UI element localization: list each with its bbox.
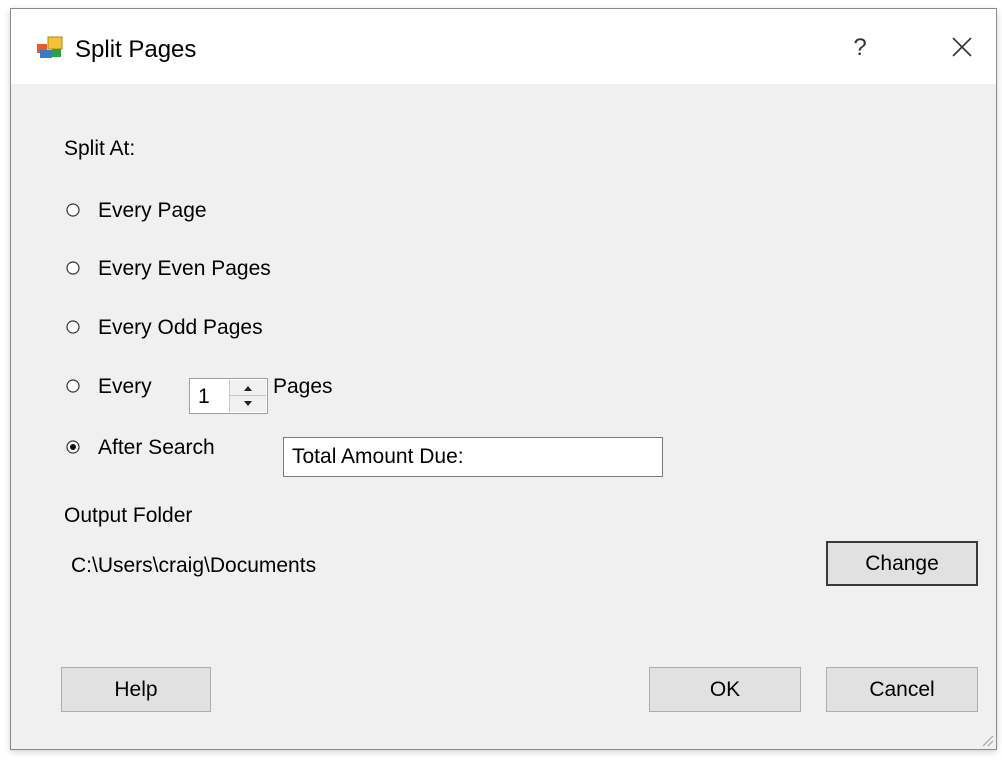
help-button[interactable]: Help: [61, 667, 211, 712]
option-label-every-odd-pages[interactable]: Every Odd Pages: [98, 316, 263, 340]
ok-button[interactable]: OK: [649, 667, 801, 712]
option-label-after-search[interactable]: After Search: [98, 436, 215, 460]
resize-grip-icon[interactable]: [978, 731, 994, 747]
option-label-every[interactable]: Every: [98, 375, 152, 399]
dialog-title: Split Pages: [75, 36, 197, 63]
output-folder-path: C:\Users\craig\Documents: [71, 554, 317, 577]
close-icon[interactable]: [944, 31, 980, 65]
search-text-input[interactable]: [283, 437, 663, 477]
radio-every-page[interactable]: [66, 203, 80, 217]
pages-count-spinner[interactable]: 1: [189, 378, 268, 414]
spinner-buttons: [229, 380, 266, 412]
app-icon: [37, 35, 63, 59]
radio-every-odd-pages[interactable]: [66, 320, 80, 334]
cancel-button[interactable]: Cancel: [826, 667, 978, 712]
help-question-icon[interactable]: ?: [845, 31, 875, 65]
radio-every-n-pages[interactable]: [66, 379, 80, 393]
spinner-up-icon[interactable]: [230, 380, 266, 396]
output-folder-heading: Output Folder: [64, 504, 193, 527]
spinner-down-icon[interactable]: [230, 396, 266, 412]
option-label-every-even-pages[interactable]: Every Even Pages: [98, 257, 271, 281]
option-label-every-page[interactable]: Every Page: [98, 199, 207, 223]
radio-after-search[interactable]: [66, 440, 80, 454]
option-label-pages-suffix: Pages: [273, 375, 333, 398]
pages-count-value[interactable]: 1: [198, 385, 210, 409]
split-at-heading: Split At:: [64, 137, 136, 160]
change-button[interactable]: Change: [826, 541, 978, 586]
split-pages-dialog: Split Pages ? Split At: Every Page Every…: [10, 8, 997, 750]
radio-every-even-pages[interactable]: [66, 261, 80, 275]
title-bar[interactable]: Split Pages ?: [11, 9, 996, 84]
